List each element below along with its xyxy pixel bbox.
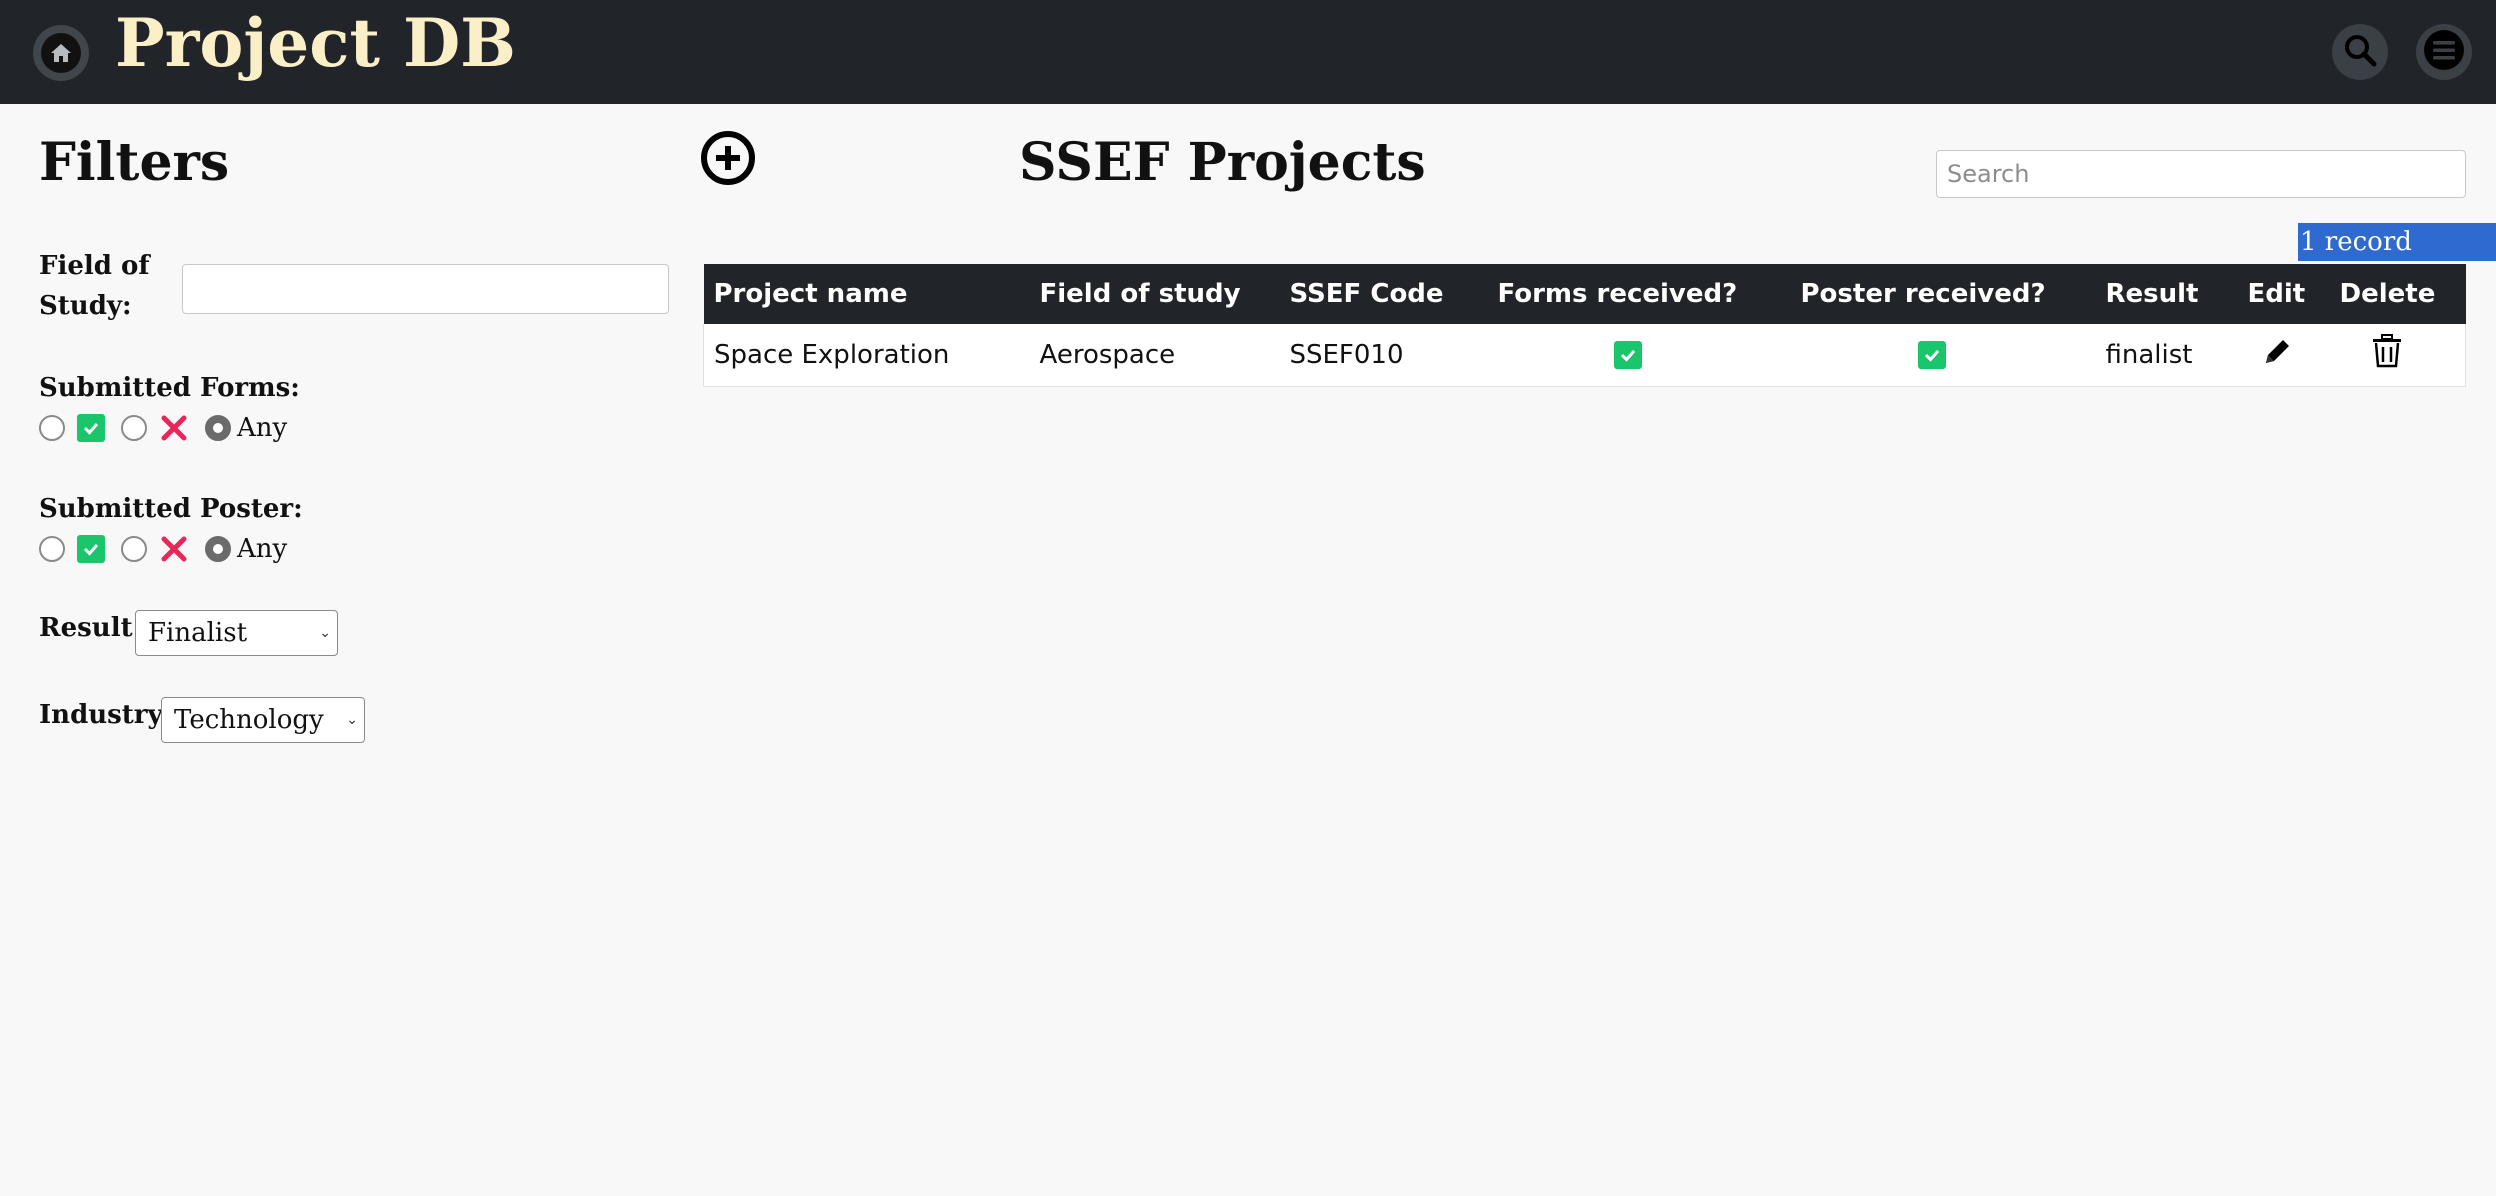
poster-received-cell xyxy=(1790,324,2096,387)
poster-no-radio[interactable] xyxy=(121,536,147,562)
home-button[interactable] xyxy=(33,25,89,81)
poster-any-radio[interactable] xyxy=(205,536,231,562)
trash-icon[interactable] xyxy=(2372,334,2402,375)
forms-received-cell xyxy=(1487,324,1791,387)
field-of-study-input[interactable] xyxy=(182,264,669,314)
projects-table: Project name Field of study SSEF Code Fo… xyxy=(703,264,2466,387)
brand-title[interactable]: Project DB xyxy=(115,4,516,82)
column-header[interactable]: Field of study xyxy=(1029,264,1280,324)
check-icon xyxy=(1917,341,1946,370)
result-label: Result: xyxy=(39,613,143,643)
column-header[interactable]: Result xyxy=(2095,264,2238,324)
check-icon xyxy=(1613,341,1642,370)
column-header[interactable]: Forms received? xyxy=(1487,264,1791,324)
add-project-button[interactable] xyxy=(700,130,756,186)
chevron-down-icon: ⌄ xyxy=(319,625,331,641)
table-header-row: Project name Field of study SSEF Code Fo… xyxy=(703,264,2466,324)
cross-icon xyxy=(159,413,189,443)
industry-label: Industry: xyxy=(39,700,173,730)
column-header: Edit xyxy=(2237,264,2330,324)
column-header[interactable]: SSEF Code xyxy=(1279,264,1488,324)
search-icon xyxy=(2342,32,2378,72)
search-button[interactable] xyxy=(2332,24,2388,80)
check-icon xyxy=(77,535,105,563)
pencil-icon[interactable] xyxy=(2262,340,2294,374)
menu-icon xyxy=(2422,28,2466,76)
submitted-forms-options: Any xyxy=(39,410,287,446)
column-header: Delete xyxy=(2329,264,2466,324)
column-header[interactable]: Project name xyxy=(703,264,1030,324)
edit-cell xyxy=(2237,324,2330,387)
industry-select-value: Technology xyxy=(174,705,324,735)
forms-yes-radio[interactable] xyxy=(39,415,65,441)
ssef-code-cell: SSEF010 xyxy=(1279,324,1488,387)
records-found-badge: 1 record found xyxy=(2298,223,2496,295)
field-of-study-label: Field of Study: xyxy=(39,251,150,321)
result-cell: finalist xyxy=(2095,324,2238,387)
submitted-poster-options: Any xyxy=(39,531,287,567)
project-name-cell: Space Exploration xyxy=(703,324,1030,387)
chevron-down-icon: ⌄ xyxy=(346,712,358,728)
poster-any-label: Any xyxy=(237,534,288,564)
search-input[interactable]: Search xyxy=(1936,150,2466,198)
poster-yes-radio[interactable] xyxy=(39,536,65,562)
forms-any-label: Any xyxy=(237,413,288,443)
column-header[interactable]: Poster received? xyxy=(1790,264,2096,324)
filters-heading: Filters xyxy=(39,132,230,193)
page-title: SSEF Projects xyxy=(1019,132,1426,193)
submitted-forms-label: Submitted Forms: xyxy=(39,373,300,403)
field-of-study-cell: Aerospace xyxy=(1029,324,1280,387)
table-row[interactable]: Space Exploration Aerospace SSEF010 fina… xyxy=(703,324,2466,387)
plus-circle-icon xyxy=(701,131,755,185)
check-icon xyxy=(77,414,105,442)
result-select[interactable]: Finalist ⌄ xyxy=(135,610,338,656)
industry-select[interactable]: Technology ⌄ xyxy=(161,697,365,743)
delete-cell xyxy=(2329,324,2466,387)
forms-any-radio[interactable] xyxy=(205,415,231,441)
menu-button[interactable] xyxy=(2416,24,2472,80)
cross-icon xyxy=(159,534,189,564)
result-select-value: Finalist xyxy=(148,618,248,648)
forms-no-radio[interactable] xyxy=(121,415,147,441)
home-icon xyxy=(41,33,81,73)
top-navbar: Project DB xyxy=(0,0,2496,104)
submitted-poster-label: Submitted Poster: xyxy=(39,494,303,524)
